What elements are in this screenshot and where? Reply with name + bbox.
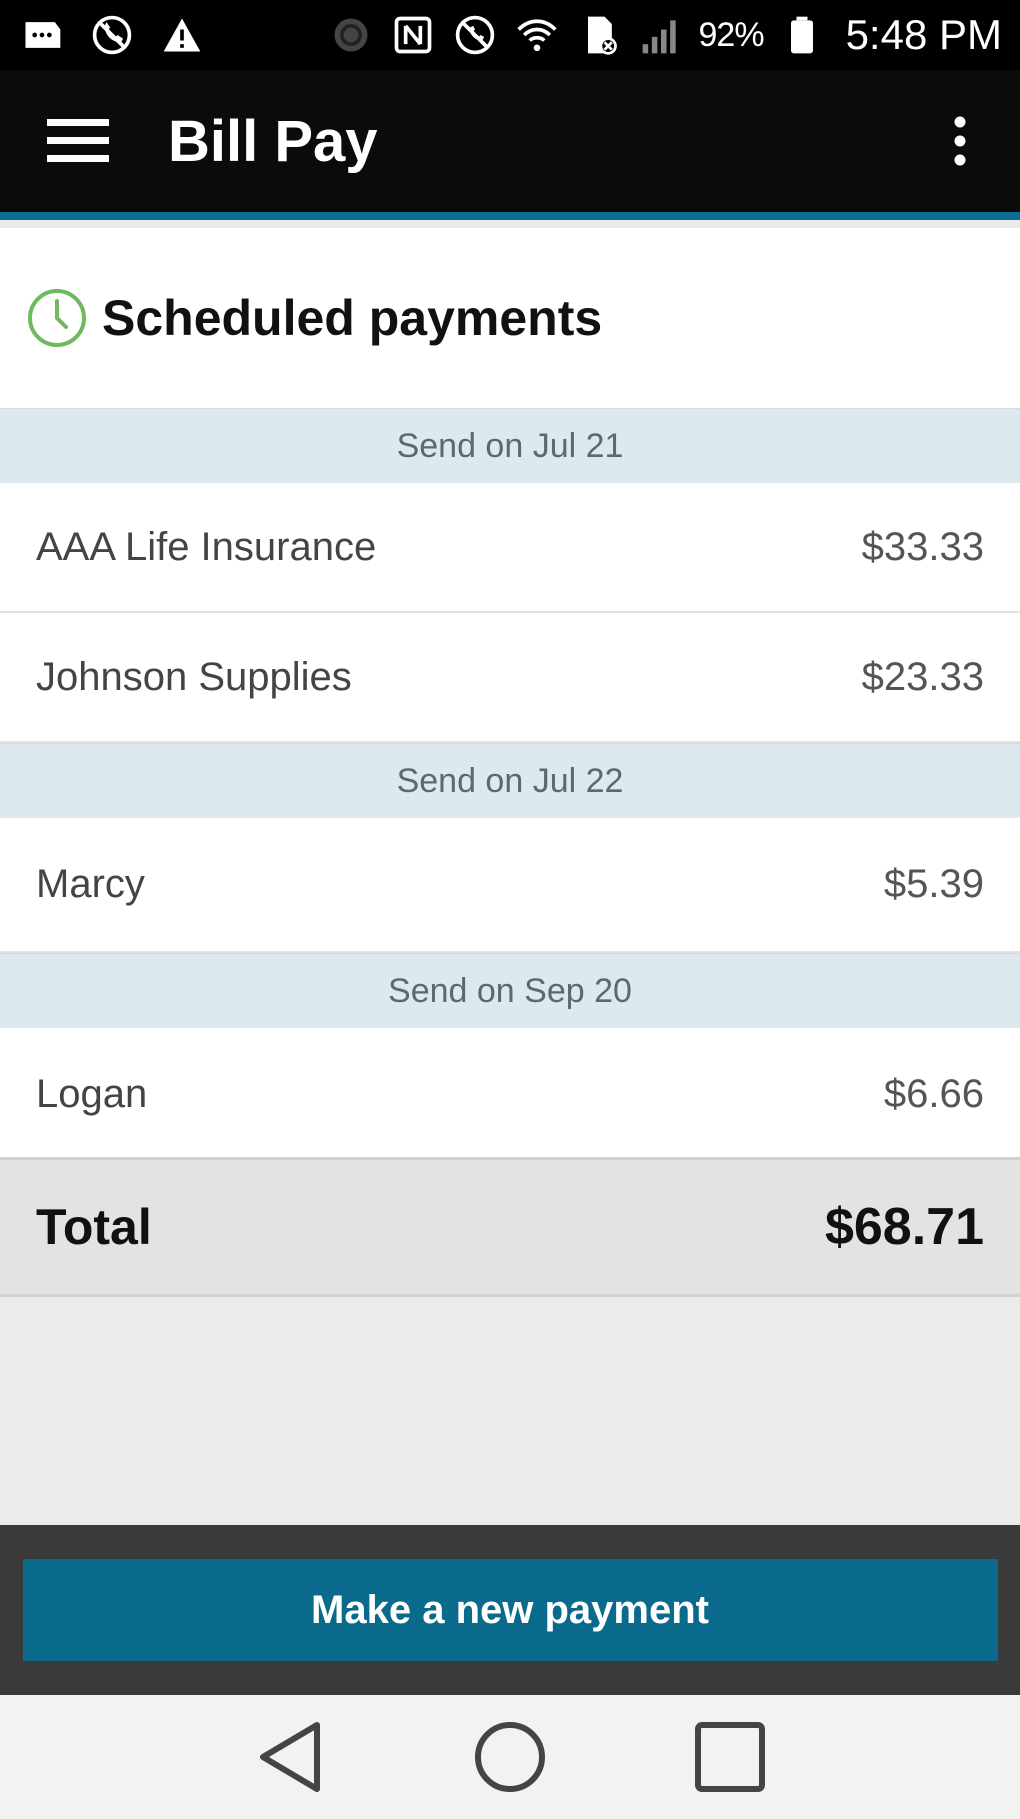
payee-name: AAA Life Insurance [36, 524, 377, 569]
payee-name: Johnson Supplies [36, 654, 352, 699]
total-row: Total $68.71 [0, 1157, 1020, 1297]
group-header-sep-20: Send on Sep 20 [0, 953, 1020, 1028]
bottom-action-bar: Make a new payment [0, 1525, 1020, 1695]
status-bar: 92% 5:48 PM [0, 0, 1020, 70]
back-triangle-icon [260, 1722, 320, 1792]
group-header-jul-21: Send on Jul 21 [0, 408, 1020, 483]
total-label: Total [36, 1199, 152, 1255]
sd-card-icon [575, 13, 623, 57]
app-bar: Bill Pay [0, 70, 1020, 220]
total-amount: $68.71 [824, 1198, 984, 1256]
no-call-icon [88, 13, 136, 57]
nfc-icon [389, 13, 437, 57]
payee-name: Logan [36, 1072, 148, 1116]
nav-recents-button[interactable] [685, 1712, 775, 1802]
blocked-icon [451, 13, 499, 57]
nav-back-button[interactable] [245, 1712, 335, 1802]
clock-icon [28, 289, 86, 347]
payment-row[interactable]: AAA Life Insurance $33.33 [0, 483, 1020, 613]
recents-square-icon [695, 1722, 765, 1792]
section-title: Scheduled payments [102, 290, 603, 346]
overflow-menu-button[interactable] [940, 101, 980, 181]
payment-amount: $5.39 [883, 862, 984, 906]
payee-name: Marcy [36, 862, 145, 906]
payments-list: Send on Jul 21 AAA Life Insurance $33.33… [0, 408, 1020, 1163]
group-header-jul-22: Send on Jul 22 [0, 743, 1020, 818]
hamburger-menu-button[interactable] [38, 101, 118, 181]
home-circle-icon [475, 1722, 545, 1792]
payment-amount: $6.66 [883, 1072, 984, 1116]
battery-icon [778, 13, 826, 57]
clock-time: 5:48 PM [845, 11, 1002, 58]
system-nav-bar [0, 1695, 1020, 1819]
payment-row[interactable]: Johnson Supplies $23.33 [0, 613, 1020, 743]
payment-amount: $33.33 [861, 524, 984, 569]
make-new-payment-button[interactable]: Make a new payment [22, 1559, 998, 1661]
sync-icon [327, 13, 375, 57]
scheduled-payments-header: Scheduled payments [0, 228, 1020, 408]
battery-percent: 92% [698, 15, 765, 54]
signal-icon [637, 13, 685, 57]
wifi-icon [513, 13, 561, 57]
payment-row[interactable]: Marcy $5.39 [0, 818, 1020, 953]
more-vert-icon [954, 116, 966, 166]
menu-icon [47, 119, 109, 162]
payment-amount: $23.33 [861, 654, 984, 699]
payment-row[interactable]: Logan $6.66 [0, 1028, 1020, 1163]
message-icon [18, 13, 66, 57]
warning-icon [158, 13, 206, 57]
nav-home-button[interactable] [465, 1712, 555, 1802]
app-title: Bill Pay [168, 108, 378, 174]
